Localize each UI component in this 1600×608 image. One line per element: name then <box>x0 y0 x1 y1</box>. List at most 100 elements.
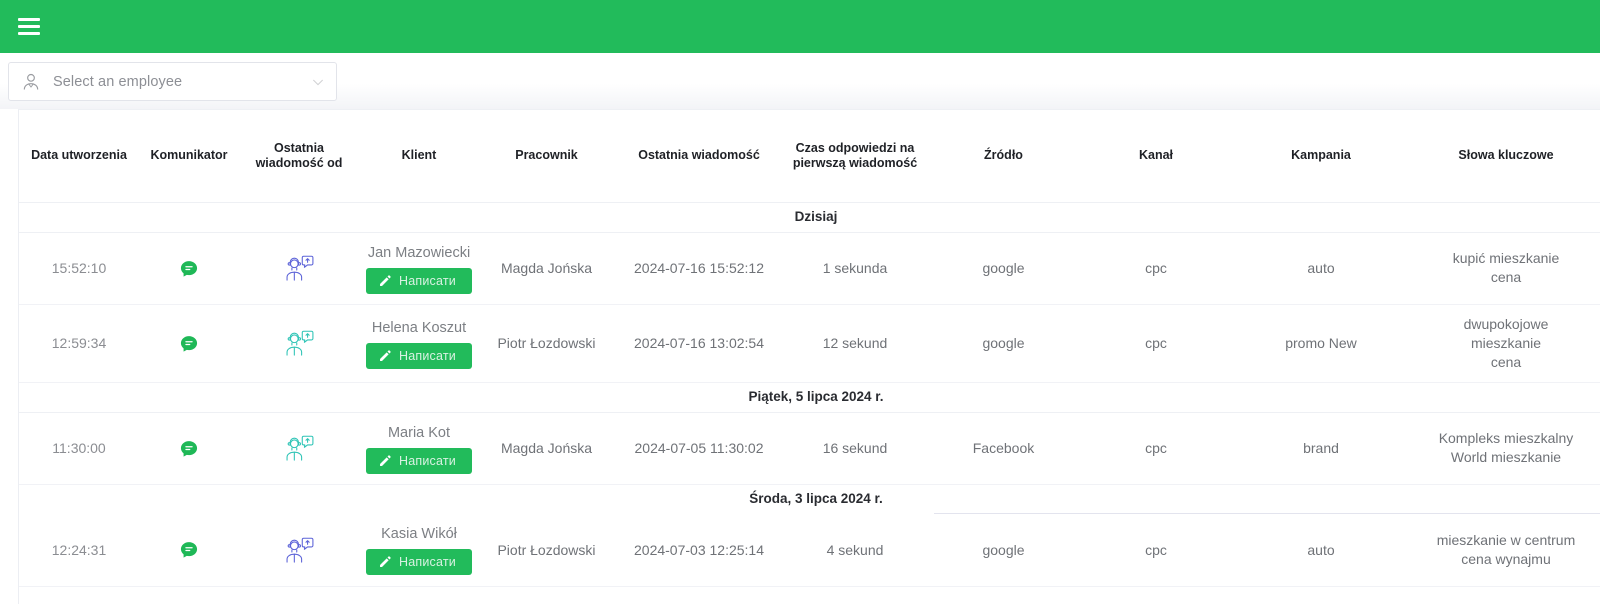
group-label: Środa, 3 lipca 2024 r. <box>19 483 1600 515</box>
table-row[interactable]: 12:24:31 Kasia Wikół Написати Piotr Łozdows… <box>19 514 1600 587</box>
conversations-table-container[interactable]: Data utworzenia Komunikator Ostatnia wia… <box>18 109 1600 604</box>
cell-messenger <box>139 412 239 485</box>
client-name: Maria Kot <box>387 424 451 441</box>
cell-created-time: 12:59:34 <box>19 304 139 383</box>
column-header-ostatnia-wiadomosc[interactable]: Ostatnia wiadomość <box>614 110 784 203</box>
pencil-icon <box>378 454 392 468</box>
cell-employee: Piotr Łozdowski <box>479 304 614 383</box>
pencil-icon <box>378 274 392 288</box>
support-agent-icon[interactable] <box>284 329 314 357</box>
column-header-czas-odpowiedzi[interactable]: Czas odpowiedzi na pierwszą wiadomość <box>784 110 926 203</box>
support-agent-icon[interactable] <box>284 536 314 564</box>
cell-last-message-from <box>239 232 359 305</box>
cell-response-time: 4 sekund <box>784 514 926 587</box>
table-group-header-row: Piątek, 5 lipca 2024 r. <box>19 381 1600 413</box>
support-agent-icon[interactable] <box>284 254 314 282</box>
chevron-down-icon[interactable] <box>310 74 326 90</box>
pencil-icon <box>378 349 392 363</box>
column-header-slowa-kluczowe[interactable]: Słowa kluczowe <box>1411 110 1600 203</box>
write-message-button[interactable]: Написати <box>366 549 472 576</box>
chat-bubble-icon[interactable] <box>179 259 199 279</box>
cell-keywords: dwupokojowe mieszkanie cena <box>1411 304 1600 383</box>
column-header-kampania[interactable]: Kampania <box>1231 110 1411 203</box>
group-label: Piątek, 5 lipca 2024 r. <box>19 381 1600 413</box>
client-name: Kasia Wikół <box>381 526 457 543</box>
column-header-ostatnia-wiadomosc-od[interactable]: Ostatnia wiadomość od <box>239 110 359 203</box>
chat-bubble-icon[interactable] <box>179 540 199 560</box>
cell-campaign: auto <box>1231 232 1411 305</box>
cell-response-time: 1 sekunda <box>784 232 926 305</box>
cell-keywords: Kompleks mieszkalny World mieszkanie <box>1411 412 1600 485</box>
table-header: Data utworzenia Komunikator Ostatnia wia… <box>19 110 1600 203</box>
cell-keywords: kupić mieszkanie cena <box>1411 232 1600 305</box>
table-row[interactable]: 15:52:10 Jan Mazowiecki Написати Magda Jońs… <box>19 232 1600 305</box>
pencil-icon <box>378 555 392 569</box>
column-header-kanal[interactable]: Kanał <box>1081 110 1231 203</box>
employee-select-placeholder: Select an employee <box>53 73 183 90</box>
write-message-label: Написати <box>399 555 456 570</box>
table-body: Dzisiaj 15:52:10 Jan Mazowiecki Написати Mag… <box>19 201 1600 587</box>
column-header-klient[interactable]: Klient <box>359 110 479 203</box>
chat-bubble-icon[interactable] <box>179 439 199 459</box>
cell-messenger <box>139 514 239 587</box>
top-app-bar <box>0 0 1600 53</box>
group-label: Dzisiaj <box>19 201 1600 233</box>
chat-bubble-icon[interactable] <box>179 334 199 354</box>
column-header-data-utworzenia[interactable]: Data utworzenia <box>19 110 139 203</box>
write-message-label: Написати <box>399 348 456 363</box>
cell-keywords: mieszkanie w centrum cena wynajmu <box>1411 514 1600 587</box>
cell-messenger <box>139 232 239 305</box>
cell-employee: Piotr Łozdowski <box>479 514 614 587</box>
cell-channel: cpc <box>1081 412 1231 485</box>
cell-channel: cpc <box>1081 304 1231 383</box>
client-name: Helena Koszut <box>371 319 467 336</box>
cell-employee: Magda Jońska <box>479 412 614 485</box>
write-message-button[interactable]: Написати <box>366 342 472 369</box>
support-agent-icon[interactable] <box>284 434 314 462</box>
cell-source: google <box>926 514 1081 587</box>
cell-last-message-from <box>239 514 359 587</box>
cell-channel: cpc <box>1081 514 1231 587</box>
cell-client: Kasia Wikół Написати <box>359 514 479 587</box>
cell-client: Helena Koszut Написати <box>359 304 479 383</box>
cell-channel: cpc <box>1081 232 1231 305</box>
table-row[interactable]: 12:59:34 Helena Koszut Написати Piotr Łozdo… <box>19 304 1600 383</box>
cell-response-time: 12 sekund <box>784 304 926 383</box>
cell-last-message: 2024-07-05 11:30:02 <box>614 412 784 485</box>
client-name: Jan Mazowiecki <box>367 244 471 261</box>
cell-campaign: promo New <box>1231 304 1411 383</box>
cell-created-time: 12:24:31 <box>19 514 139 587</box>
cell-last-message-from <box>239 304 359 383</box>
table-header-row: Data utworzenia Komunikator Ostatnia wia… <box>19 110 1600 203</box>
cell-last-message: 2024-07-03 12:25:14 <box>614 514 784 587</box>
table-row[interactable]: 11:30:00 Maria Kot Написати Magda Jońska 202… <box>19 412 1600 485</box>
cell-messenger <box>139 304 239 383</box>
write-message-label: Написати <box>399 453 456 468</box>
cell-last-message: 2024-07-16 15:52:12 <box>614 232 784 305</box>
table-group-header-row: Dzisiaj <box>19 201 1600 233</box>
cell-last-message: 2024-07-16 13:02:54 <box>614 304 784 383</box>
write-message-label: Написати <box>399 273 456 288</box>
cell-response-time: 16 sekund <box>784 412 926 485</box>
employee-avatar-icon <box>21 71 41 93</box>
column-header-zrodlo[interactable]: Źródło <box>926 110 1081 203</box>
cell-last-message-from <box>239 412 359 485</box>
cell-campaign: brand <box>1231 412 1411 485</box>
cell-employee: Magda Jońska <box>479 232 614 305</box>
write-message-button[interactable]: Написати <box>366 267 472 294</box>
cell-created-time: 11:30:00 <box>19 412 139 485</box>
column-header-pracownik[interactable]: Pracownik <box>479 110 614 203</box>
write-message-button[interactable]: Написати <box>366 447 472 474</box>
table-group-header-row: Środa, 3 lipca 2024 r. <box>19 483 1600 515</box>
filter-toolbar: Select an employee <box>0 53 1600 109</box>
conversations-table: Data utworzenia Komunikator Ostatnia wia… <box>19 110 1600 587</box>
cell-client: Jan Mazowiecki Написати <box>359 232 479 305</box>
employee-select[interactable]: Select an employee <box>8 62 337 101</box>
cell-source: google <box>926 304 1081 383</box>
cell-campaign: auto <box>1231 514 1411 587</box>
cell-created-time: 15:52:10 <box>19 232 139 305</box>
cell-source: google <box>926 232 1081 305</box>
hamburger-menu-icon[interactable] <box>18 18 40 35</box>
column-header-komunikator[interactable]: Komunikator <box>139 110 239 203</box>
cell-client: Maria Kot Написати <box>359 412 479 485</box>
